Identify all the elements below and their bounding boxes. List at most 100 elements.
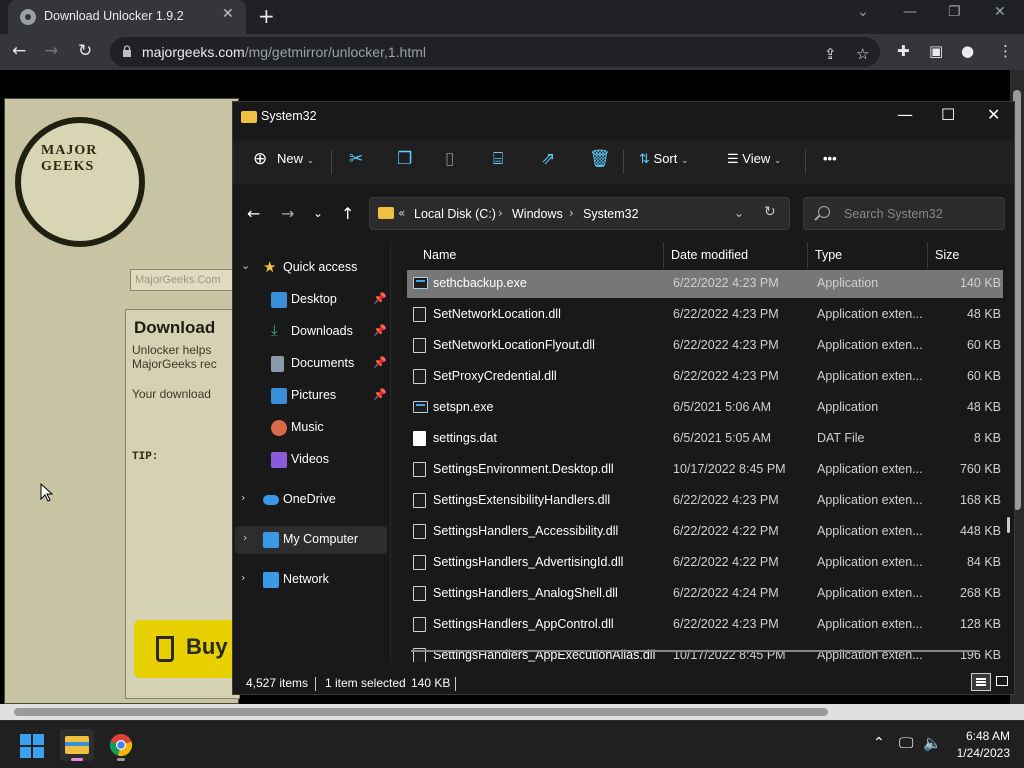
column-separator[interactable] (807, 242, 808, 268)
column-separator[interactable] (663, 242, 664, 268)
clock-date[interactable]: 1/24/2023 (945, 746, 1010, 760)
pin-icon[interactable]: 📌 (373, 292, 387, 305)
breadcrumb-windows[interactable]: Windows (512, 207, 563, 221)
file-list-scrollbar[interactable] (1007, 517, 1010, 533)
pane-divider[interactable] (390, 242, 391, 662)
more-options-button[interactable]: ••• (823, 151, 837, 166)
profile-icon[interactable]: ● (961, 42, 974, 60)
sort-button[interactable]: ⇅ Sort ⌄ (639, 151, 689, 167)
site-search-input[interactable]: MajorGeeks.Com (130, 269, 240, 291)
nav-desktop[interactable]: Desktop 📌 (233, 286, 389, 314)
address-bar[interactable]: majorgeeks.com/mg/getmirror/unlocker,1.h… (110, 37, 880, 67)
nav-documents[interactable]: Documents 📌 (233, 350, 389, 378)
copy-icon[interactable]: ❐ (397, 149, 412, 169)
reload-icon[interactable]: ↻ (78, 41, 92, 61)
minimize-button[interactable]: — (903, 4, 917, 20)
table-row[interactable]: settings.dat 6/5/2021 5:05 AM DAT File 8 KB (407, 425, 1003, 453)
page-horizontal-scrollbar[interactable] (0, 704, 1024, 720)
table-row[interactable]: SettingsExtensibilityHandlers.dll 6/22/20… (407, 487, 1003, 515)
taskbar-file-explorer[interactable] (60, 729, 94, 761)
buy-coffee-button[interactable]: Buy (134, 620, 244, 678)
address-dropdown-icon[interactable]: ⌄ (734, 206, 744, 220)
taskbar-chrome[interactable] (104, 729, 138, 761)
extensions-icon[interactable]: ✚ (897, 42, 910, 60)
lock-icon[interactable] (122, 45, 132, 57)
large-icons-view-icon[interactable] (993, 673, 1013, 691)
explorer-minimize-button[interactable]: — (897, 105, 913, 124)
side-panel-icon[interactable]: ▣ (929, 42, 943, 60)
explorer-maximize-button[interactable]: ☐ (941, 105, 955, 124)
pin-icon[interactable]: 📌 (373, 356, 387, 369)
rename-icon[interactable]: ⌸ (493, 149, 503, 169)
table-row[interactable]: SetNetworkLocationFlyout.dll 6/22/2022 4:… (407, 332, 1003, 360)
nav-pictures[interactable]: Pictures 📌 (233, 382, 389, 410)
column-header-type[interactable]: Type (815, 248, 842, 262)
column-header-name[interactable]: Name (423, 248, 456, 262)
new-button[interactable]: New ⌄ (277, 151, 314, 166)
table-row[interactable]: SettingsHandlers_AdvertisingId.dll 6/22/2… (407, 549, 1003, 577)
nav-quick-access[interactable]: ⌄ ★ Quick access (233, 254, 389, 282)
browser-tab[interactable]: Download Unlocker 1.9.2 ✕ (8, 0, 246, 34)
recent-locations-chevron-icon[interactable]: ⌄ (313, 206, 323, 220)
pin-icon[interactable]: 📌 (373, 388, 387, 401)
show-hidden-icons-chevron-icon[interactable]: ⌃ (873, 735, 885, 751)
majorgeeks-logo[interactable]: MAJOR GEEKS (15, 117, 145, 247)
restore-button[interactable]: ❐ (948, 4, 961, 20)
delete-icon[interactable]: 🗑 (589, 149, 611, 169)
new-tab-button[interactable]: + (258, 4, 275, 28)
collapsed-chevron-icon[interactable]: › (243, 531, 247, 544)
column-separator[interactable] (927, 242, 928, 268)
collapsed-chevron-icon[interactable]: › (241, 491, 245, 504)
windows-start-icon[interactable] (20, 734, 44, 758)
breadcrumb-local-disk[interactable]: Local Disk (C:) (414, 207, 496, 221)
refresh-icon[interactable]: ↻ (764, 204, 776, 220)
table-row[interactable]: sethcbackup.exe 6/22/2022 4:23 PM Applicat… (407, 270, 1003, 298)
collapsed-chevron-icon[interactable]: › (241, 571, 245, 584)
nav-music[interactable]: Music (233, 414, 389, 442)
bookmark-star-icon[interactable]: ☆ (856, 45, 869, 63)
table-row[interactable]: SetNetworkLocation.dll 6/22/2022 4:23 PM A… (407, 301, 1003, 329)
tab-search-icon[interactable]: ⌄ (857, 4, 869, 20)
column-header-date[interactable]: Date modified (671, 248, 748, 262)
page-hscroll-thumb[interactable] (14, 708, 828, 716)
nav-onedrive[interactable]: › OneDrive (233, 486, 389, 514)
clock-time[interactable]: 6:48 AM (960, 729, 1010, 743)
menu-kebab-icon[interactable]: ⋮ (998, 42, 1013, 60)
cut-icon[interactable]: ✂ (349, 149, 363, 169)
column-header-size[interactable]: Size (935, 248, 959, 262)
dll-file-icon (413, 617, 426, 632)
nav-network[interactable]: › Network (233, 566, 389, 594)
breadcrumb-system32[interactable]: System32 (583, 207, 639, 221)
paste-icon[interactable]: ▯ (445, 149, 454, 169)
share-icon[interactable]: ⇗ (541, 149, 555, 169)
back-arrow-icon[interactable]: ← (247, 204, 260, 223)
nav-videos[interactable]: Videos (233, 446, 389, 474)
view-button[interactable]: ☰ View ⌄ (727, 151, 781, 167)
explorer-close-button[interactable]: ✕ (987, 105, 1000, 124)
table-row[interactable]: setspn.exe 6/5/2021 5:06 AM Application 48 … (407, 394, 1003, 422)
volume-icon[interactable]: 🔈 (923, 734, 942, 752)
details-view-icon[interactable] (971, 673, 991, 691)
table-row[interactable]: SettingsHandlers_Accessibility.dll 6/22/2… (407, 518, 1003, 546)
table-row[interactable]: SettingsEnvironment.Desktop.dll 10/17/202… (407, 456, 1003, 484)
network-status-icon[interactable]: 🖵 (899, 734, 913, 752)
search-input[interactable]: Search System32 (803, 197, 1005, 230)
tab-close-icon[interactable]: ✕ (222, 6, 234, 22)
table-row[interactable]: SetProxyCredential.dll 6/22/2022 4:23 PM A… (407, 363, 1003, 391)
table-row[interactable]: SettingsHandlers_AnalogShell.dll 6/22/202… (407, 580, 1003, 608)
forward-arrow-icon[interactable]: → (44, 41, 58, 61)
expanded-chevron-icon[interactable]: ⌄ (241, 259, 250, 272)
up-arrow-icon[interactable]: ↑ (341, 204, 354, 223)
back-arrow-icon[interactable]: ← (12, 41, 26, 61)
table-row[interactable]: SettingsHandlers_AppExecutionAlias.dll 10… (407, 642, 1003, 662)
file-list-hscrollbar[interactable] (411, 650, 979, 652)
pin-icon[interactable]: 📌 (373, 324, 387, 337)
share-icon[interactable]: ⇪ (824, 45, 837, 63)
table-row[interactable]: SettingsHandlers_AppControl.dll 6/22/2022… (407, 611, 1003, 639)
nav-downloads[interactable]: ⤓ Downloads 📌 (233, 318, 389, 346)
address-bar[interactable]: « Local Disk (C:) › Windows › System32 ⌄… (369, 197, 790, 230)
breadcrumb-overflow[interactable]: « (398, 206, 405, 220)
nav-my-computer[interactable]: › My Computer (235, 526, 387, 554)
forward-arrow-icon[interactable]: → (281, 204, 294, 223)
close-button[interactable]: ✕ (994, 4, 1006, 20)
